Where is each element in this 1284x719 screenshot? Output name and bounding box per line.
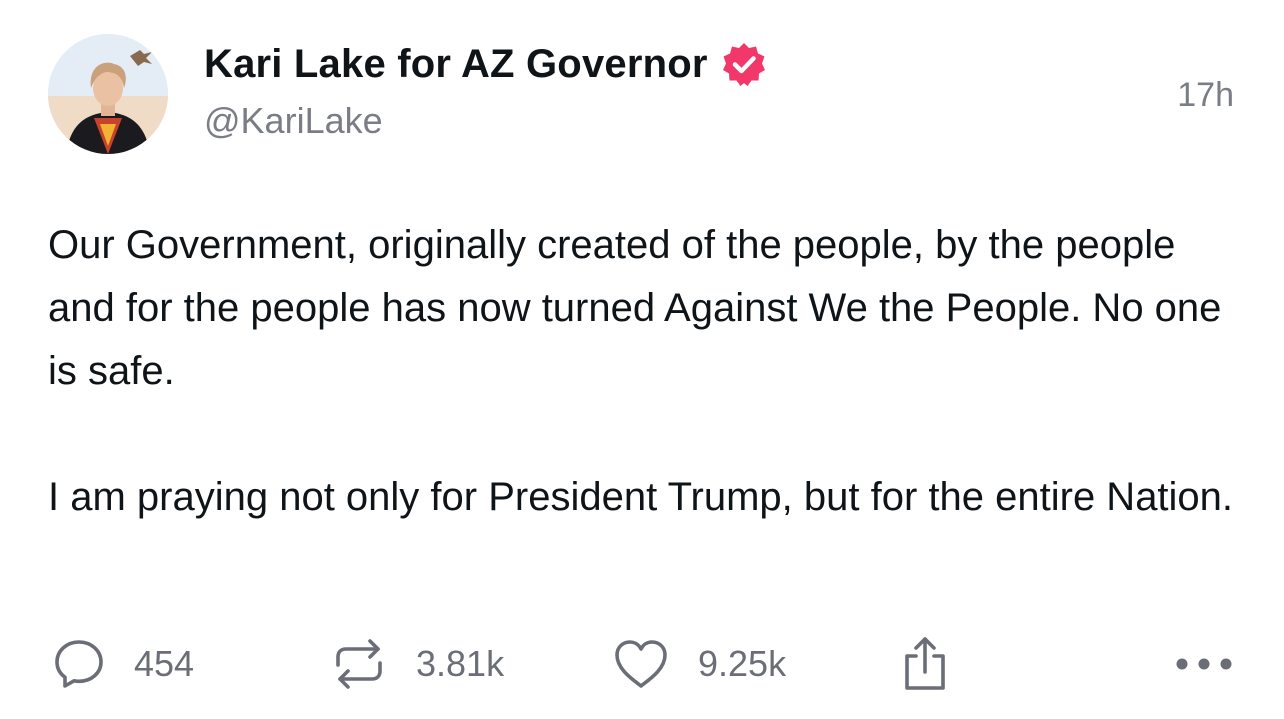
avatar-image [48,34,168,154]
repost-icon [336,639,382,689]
more-options-icon [1176,658,1232,670]
repost-button[interactable]: 3.81k [330,632,504,696]
reply-icon [55,640,103,688]
display-name[interactable]: Kari Lake for AZ Governor [204,42,708,87]
avatar[interactable] [48,34,168,154]
share-icon [905,637,945,690]
reply-button[interactable]: 454 [52,632,194,696]
verified-badge-icon [720,40,768,88]
like-button[interactable]: 9.25k [612,632,786,696]
post-timestamp[interactable]: 17h [1177,76,1234,115]
repost-count: 3.81k [416,643,505,684]
author-name-row: Kari Lake for AZ Governor [204,38,768,90]
post-body: Our Government, originally created of th… [48,214,1238,529]
heart-icon [615,640,667,688]
action-bar: 454 3.81k 9.25k [0,632,1284,696]
reply-count: 454 [134,643,195,684]
post-paragraph: Our Government, originally created of th… [48,223,1222,393]
author-handle[interactable]: @KariLake [204,100,383,142]
share-button[interactable] [898,632,952,696]
more-options-button[interactable] [1174,632,1234,696]
post-paragraph: I am praying not only for President Trum… [48,475,1234,519]
post: Kari Lake for AZ Governor @KariLake 17h … [0,0,1284,719]
like-count: 9.25k [698,643,787,684]
